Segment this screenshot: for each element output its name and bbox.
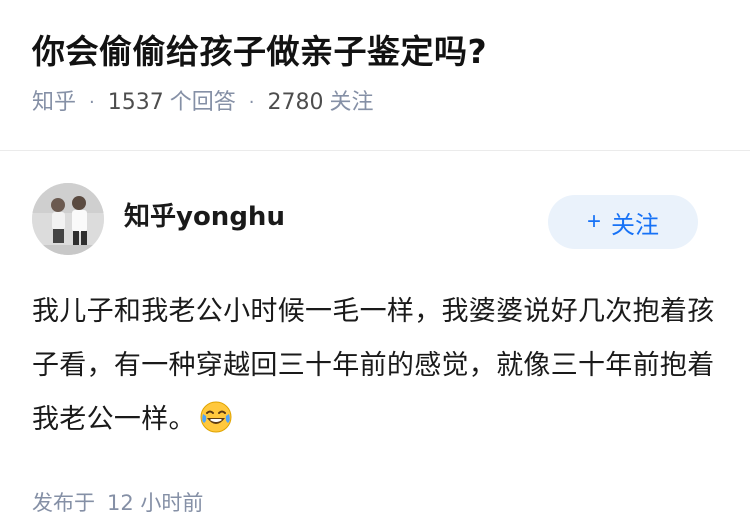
follower-count-label[interactable]: 关注 bbox=[330, 88, 374, 118]
publish-label: 发布于 bbox=[32, 491, 95, 515]
follow-button[interactable]: + 关注 bbox=[548, 195, 698, 249]
separator-dot: · bbox=[89, 92, 95, 113]
answer-content[interactable]: 我儿子和我老公小时候一毛一样，我婆婆说好几次抱着孩子看，有一种穿越回三十年前的感… bbox=[32, 285, 718, 447]
answer-count: 1537 bbox=[107, 90, 164, 115]
question-header: 你会偷偷给孩子做亲子鉴定吗? 知乎 · 1537 个回答 · 2780 关注 bbox=[0, 0, 750, 120]
publish-time-value: 12 小时前 bbox=[107, 491, 204, 515]
answer-count-label[interactable]: 个回答 bbox=[170, 88, 236, 118]
answer-card: 知乎yonghu + 关注 我儿子和我老公小时候一毛一样，我婆婆说好几次抱着孩子… bbox=[0, 182, 750, 517]
laughing-tears-emoji-icon bbox=[200, 398, 232, 433]
avatar[interactable] bbox=[32, 183, 104, 255]
plus-icon: + bbox=[586, 208, 601, 235]
follow-button-label: 关注 bbox=[611, 211, 659, 239]
answer-text: 我儿子和我老公小时候一毛一样，我婆婆说好几次抱着孩子看，有一种穿越回三十年前的感… bbox=[32, 296, 715, 435]
separator-dot: · bbox=[248, 92, 255, 113]
question-title[interactable]: 你会偷偷给孩子做亲子鉴定吗? bbox=[32, 30, 718, 74]
author-row: 知乎yonghu + 关注 bbox=[32, 182, 718, 256]
follower-count: 2780 bbox=[267, 90, 324, 115]
source-label[interactable]: 知乎 bbox=[32, 88, 76, 118]
question-meta: 知乎 · 1537 个回答 · 2780 关注 bbox=[32, 88, 718, 118]
publish-time: 发布于 12 小时前 bbox=[32, 487, 718, 517]
author-name[interactable]: 知乎yonghu bbox=[124, 196, 548, 233]
divider bbox=[0, 150, 750, 151]
